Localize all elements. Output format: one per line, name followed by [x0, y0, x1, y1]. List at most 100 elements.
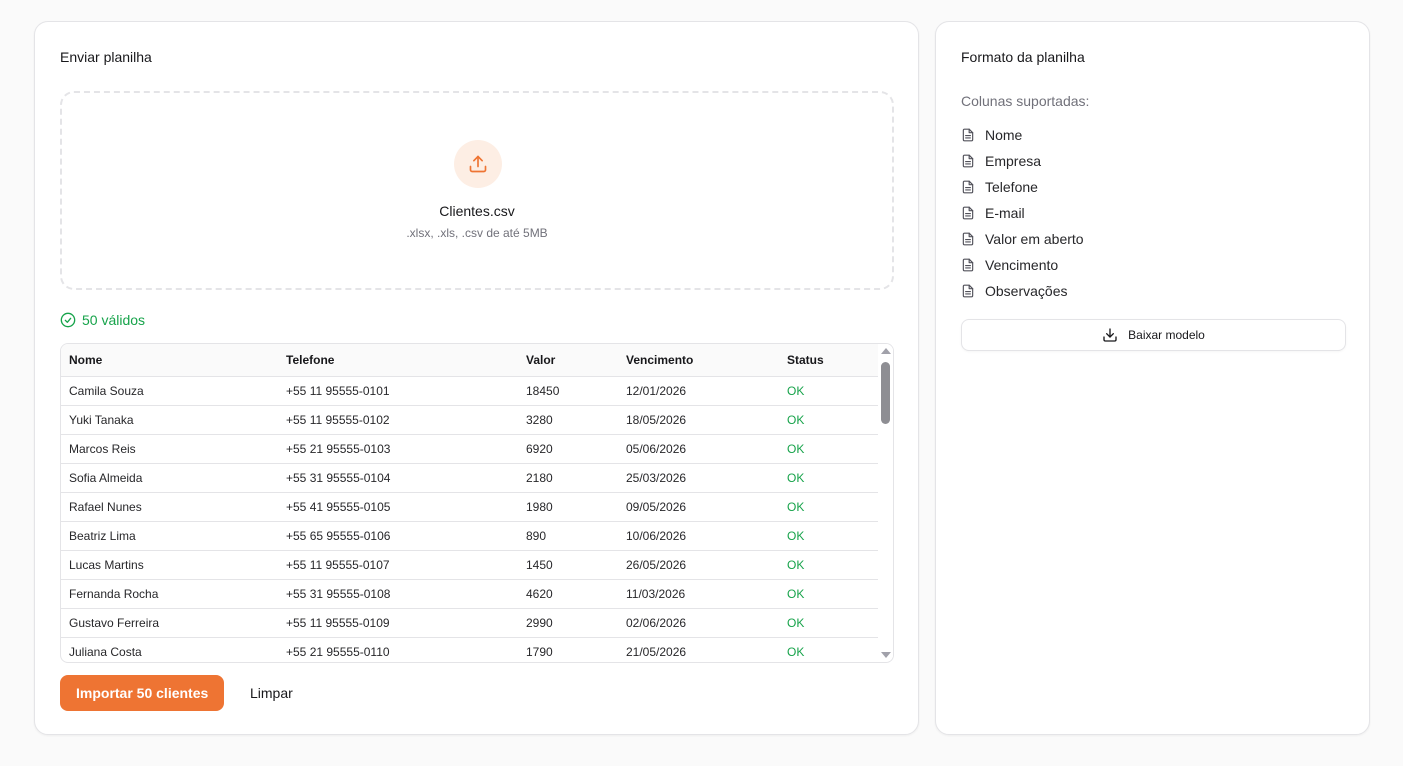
- supported-column-label: Nome: [985, 127, 1023, 143]
- format-card: Formato da planilha Colunas suportadas: …: [935, 21, 1370, 735]
- cell-telefone: +55 31 95555-0108: [278, 579, 518, 609]
- table-row: Marcos Reis +55 21 95555-0103 6920 05/06/20…: [61, 434, 880, 464]
- preview-table-container: Nome Telefone Valor Vencimento Status Ca…: [60, 343, 894, 663]
- cell-nome: Gustavo Ferreira: [61, 608, 278, 638]
- list-item: Valor em aberto: [961, 226, 1084, 252]
- cell-telefone: +55 21 95555-0103: [278, 434, 518, 464]
- list-item: Nome: [961, 122, 1084, 148]
- cell-status: OK: [779, 376, 880, 406]
- cell-valor: 2990: [518, 608, 618, 638]
- file-dropzone[interactable]: Clientes.csv .xlsx, .xls, .csv de até 5M…: [60, 91, 894, 290]
- cell-nome: Rafael Nunes: [61, 492, 278, 522]
- supported-column-label: Observações: [985, 283, 1068, 299]
- table-row: Lucas Martins +55 11 95555-0107 1450 26/05/…: [61, 550, 880, 580]
- cell-telefone: +55 11 95555-0109: [278, 608, 518, 638]
- file-text-icon: [961, 232, 975, 246]
- table-row: Camila Souza +55 11 95555-0101 18450 12/01/…: [61, 376, 880, 406]
- cell-vencimento: 02/06/2026: [618, 608, 779, 638]
- cell-status: OK: [779, 579, 880, 609]
- file-text-icon: [961, 154, 975, 168]
- cell-nome: Marcos Reis: [61, 434, 278, 464]
- cell-status: OK: [779, 637, 880, 662]
- cell-valor: 890: [518, 521, 618, 551]
- column-header-valor: Valor: [518, 344, 618, 377]
- upload-card-title: Enviar planilha: [60, 49, 152, 65]
- cell-vencimento: 11/03/2026: [618, 579, 779, 609]
- download-template-label: Baixar modelo: [1128, 328, 1205, 342]
- cell-telefone: +55 11 95555-0101: [278, 376, 518, 406]
- upload-card: Enviar planilha Clientes.csv .xlsx, .xls…: [34, 21, 919, 735]
- download-icon: [1103, 328, 1117, 342]
- list-item: E-mail: [961, 200, 1084, 226]
- upload-icon: [454, 140, 502, 188]
- cell-status: OK: [779, 405, 880, 435]
- cell-valor: 1790: [518, 637, 618, 662]
- cell-telefone: +55 31 95555-0104: [278, 463, 518, 493]
- table-header-row: Nome Telefone Valor Vencimento Status: [61, 344, 880, 377]
- file-text-icon: [961, 206, 975, 220]
- clear-button[interactable]: Limpar: [238, 675, 305, 711]
- table-scrollbar[interactable]: [878, 344, 893, 662]
- column-header-nome: Nome: [61, 344, 278, 377]
- file-text-icon: [961, 284, 975, 298]
- cell-valor: 18450: [518, 376, 618, 406]
- scroll-down-arrow-icon[interactable]: [881, 652, 891, 658]
- file-text-icon: [961, 180, 975, 194]
- preview-table: Nome Telefone Valor Vencimento Status Ca…: [61, 344, 880, 662]
- column-header-status: Status: [779, 344, 880, 377]
- cell-nome: Beatriz Lima: [61, 521, 278, 551]
- file-text-icon: [961, 258, 975, 272]
- uploaded-file-name: Clientes.csv: [439, 203, 515, 219]
- table-row: Juliana Costa +55 21 95555-0110 1790 21/05/…: [61, 637, 880, 662]
- supported-column-label: E-mail: [985, 205, 1025, 221]
- table-row: Rafael Nunes +55 41 95555-0105 1980 09/05/2…: [61, 492, 880, 522]
- import-clients-button[interactable]: Importar 50 clientes: [60, 675, 225, 711]
- supported-column-label: Valor em aberto: [985, 231, 1084, 247]
- cell-status: OK: [779, 521, 880, 551]
- cell-nome: Camila Souza: [61, 376, 278, 406]
- cell-telefone: +55 65 95555-0106: [278, 521, 518, 551]
- supported-column-label: Telefone: [985, 179, 1038, 195]
- cell-valor: 1980: [518, 492, 618, 522]
- scroll-up-arrow-icon[interactable]: [881, 348, 891, 354]
- cell-vencimento: 09/05/2026: [618, 492, 779, 522]
- cell-telefone: +55 21 95555-0110: [278, 637, 518, 662]
- supported-columns-list: Nome Empresa Telefone E-mail Valor em aberto…: [961, 122, 1084, 304]
- cell-telefone: +55 11 95555-0102: [278, 405, 518, 435]
- table-row: Beatriz Lima +55 65 95555-0106 890 10/06/20…: [61, 521, 880, 551]
- cell-status: OK: [779, 434, 880, 464]
- cell-vencimento: 21/05/2026: [618, 637, 779, 662]
- table-row: Yuki Tanaka +55 11 95555-0102 3280 18/05/20…: [61, 405, 880, 435]
- column-header-vencimento: Vencimento: [618, 344, 779, 377]
- supported-column-label: Empresa: [985, 153, 1042, 169]
- column-header-telefone: Telefone: [278, 344, 518, 377]
- list-item: Vencimento: [961, 252, 1084, 278]
- cell-nome: Fernanda Rocha: [61, 579, 278, 609]
- cell-valor: 2180: [518, 463, 618, 493]
- cell-vencimento: 25/03/2026: [618, 463, 779, 493]
- cell-telefone: +55 11 95555-0107: [278, 550, 518, 580]
- cell-status: OK: [779, 463, 880, 493]
- list-item: Empresa: [961, 148, 1084, 174]
- cell-nome: Sofia Almeida: [61, 463, 278, 493]
- file-format-hint: .xlsx, .xls, .csv de até 5MB: [406, 226, 548, 240]
- cell-status: OK: [779, 492, 880, 522]
- cell-status: OK: [779, 550, 880, 580]
- cell-valor: 3280: [518, 405, 618, 435]
- table-row: Sofia Almeida +55 31 95555-0104 2180 25/03/…: [61, 463, 880, 493]
- table-row: Gustavo Ferreira +55 11 95555-0109 2990 02/…: [61, 608, 880, 638]
- table-row: Fernanda Rocha +55 31 95555-0108 4620 11/03…: [61, 579, 880, 609]
- format-card-title: Formato da planilha: [961, 49, 1085, 65]
- cell-vencimento: 10/06/2026: [618, 521, 779, 551]
- scroll-thumb[interactable]: [881, 362, 890, 424]
- supported-column-label: Vencimento: [985, 257, 1059, 273]
- cell-valor: 1450: [518, 550, 618, 580]
- cell-valor: 4620: [518, 579, 618, 609]
- cell-status: OK: [779, 608, 880, 638]
- file-text-icon: [961, 128, 975, 142]
- valid-count-label: 50 válidos: [82, 312, 146, 328]
- cell-nome: Lucas Martins: [61, 550, 278, 580]
- cell-telefone: +55 41 95555-0105: [278, 492, 518, 522]
- download-template-button[interactable]: Baixar modelo: [961, 319, 1346, 351]
- cell-nome: Yuki Tanaka: [61, 405, 278, 435]
